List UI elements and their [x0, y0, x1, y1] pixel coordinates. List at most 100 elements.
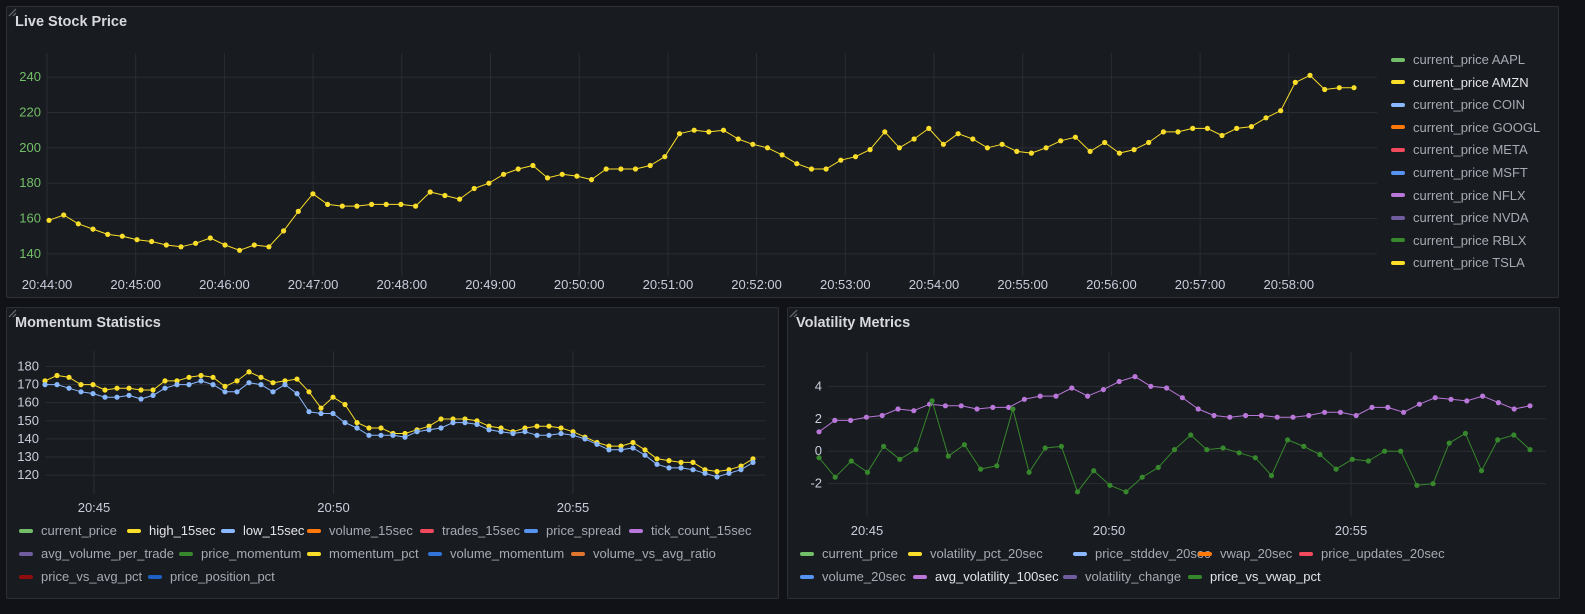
legend-label: price_stddev_20sec: [1095, 546, 1211, 561]
y-tick-label: 160: [17, 395, 39, 410]
data-point: [1236, 450, 1242, 456]
data-point: [210, 374, 216, 380]
legend-swatch-icon: [307, 551, 321, 556]
data-point: [234, 389, 240, 395]
data-point: [427, 189, 433, 195]
data-point: [1322, 86, 1328, 93]
live-stock-price-chart[interactable]: 140 160 180 200 220 240 20:44:00 20:45:00 20:46:…: [7, 7, 1387, 298]
data-point: [594, 441, 600, 447]
legend-item[interactable]: volatility_change: [1063, 569, 1181, 584]
legend-item[interactable]: current_price AAPL: [1391, 52, 1525, 67]
data-point: [534, 423, 540, 429]
momentum-statistics-chart[interactable]: 120 130 140 150 160 170 180 20:45 20:50 20:55: [7, 308, 779, 518]
data-point: [78, 389, 84, 395]
volatility-metrics-chart[interactable]: -202420:45 20:50 20:55: [788, 308, 1560, 538]
legend-item[interactable]: current_price GOOGL: [1391, 120, 1540, 135]
legend-item[interactable]: price_position_pct: [148, 569, 275, 584]
x-tick-label: 20:47:00: [288, 277, 339, 292]
legend-item[interactable]: current_price COIN: [1391, 97, 1525, 112]
x-tick-label: 20:57:00: [1175, 277, 1226, 292]
data-point: [1336, 85, 1342, 91]
legend-item[interactable]: volume_vs_avg_ratio: [571, 546, 716, 561]
data-point: [823, 166, 829, 172]
data-point: [310, 191, 316, 197]
data-point: [864, 469, 871, 475]
data-point: [66, 385, 72, 391]
data-point: [1430, 481, 1436, 487]
legend-item[interactable]: price_momentum: [179, 546, 301, 561]
data-point: [1462, 430, 1468, 436]
legend-swatch-icon: [19, 528, 33, 533]
legend-item[interactable]: volume_15sec: [307, 523, 413, 538]
legend-swatch-icon: [571, 551, 585, 556]
data-point: [1317, 451, 1323, 458]
data-point: [246, 380, 252, 386]
legend-item[interactable]: current_price: [19, 523, 117, 538]
data-point: [66, 374, 72, 380]
legend-item[interactable]: volume_momentum: [428, 546, 564, 561]
legend-item[interactable]: price_spread: [524, 523, 621, 538]
legend-item[interactable]: volume_20sec: [800, 569, 906, 584]
data-point: [942, 403, 948, 409]
data-point: [816, 429, 822, 435]
data-point: [119, 233, 125, 239]
resize-handle-icon[interactable]: [7, 7, 17, 17]
data-point: [618, 166, 624, 172]
legend-item[interactable]: tick_count_15sec: [629, 523, 751, 538]
data-point: [1227, 414, 1233, 420]
resize-handle-icon[interactable]: [7, 308, 17, 318]
legend-item[interactable]: current_price AMZN: [1391, 75, 1529, 90]
data-point: [42, 382, 48, 388]
data-point: [266, 244, 272, 250]
series-line-price_vs_vwap_pct: [818, 400, 1531, 493]
data-point: [46, 217, 52, 223]
data-point: [413, 203, 419, 209]
legend-label: current_price NVDA: [1413, 210, 1529, 226]
data-point: [1087, 148, 1093, 154]
x-tick-label: 20:54:00: [909, 277, 960, 292]
legend-item[interactable]: price_vs_vwap_pct: [1188, 569, 1321, 584]
legend-item[interactable]: momentum_pct: [307, 546, 419, 561]
legend-item[interactable]: high_15sec: [127, 523, 216, 538]
legend-item[interactable]: current_price: [800, 546, 898, 561]
series-line-current_price AMZN: [48, 74, 1354, 251]
legend-item[interactable]: price_vs_avg_pct: [19, 569, 142, 584]
legend-item[interactable]: current_price NFLX: [1391, 188, 1526, 203]
resize-handle-icon[interactable]: [788, 308, 798, 318]
data-point: [186, 382, 192, 388]
legend-item[interactable]: price_stddev_20sec: [1073, 546, 1211, 561]
legend-label: current_price META: [1413, 142, 1528, 158]
data-point: [210, 382, 216, 388]
data-point: [691, 127, 697, 133]
data-point: [251, 242, 257, 248]
legend-item[interactable]: current_price TSLA: [1391, 255, 1525, 270]
legend-label: low_15sec: [243, 523, 305, 538]
data-point: [1058, 138, 1064, 144]
legend-item[interactable]: current_price META: [1391, 142, 1528, 157]
legend-item[interactable]: current_price RBLX: [1391, 233, 1526, 248]
data-point: [150, 392, 156, 398]
legend-item[interactable]: avg_volatility_100sec: [913, 569, 1059, 584]
data-point: [1179, 395, 1185, 401]
data-point: [582, 436, 588, 442]
y-tick-label: 180: [19, 175, 41, 190]
legend-label: volume_vs_avg_ratio: [593, 546, 716, 561]
data-point: [1252, 455, 1258, 461]
legend-item[interactable]: trades_15sec: [420, 523, 520, 538]
data-point: [1148, 383, 1154, 389]
legend-item[interactable]: volatility_pct_20sec: [908, 546, 1043, 561]
data-point: [808, 166, 815, 172]
legend-item[interactable]: current_price MSFT: [1391, 165, 1528, 180]
legend-item[interactable]: current_price NVDA: [1391, 210, 1529, 225]
data-point: [246, 369, 252, 375]
legend-item[interactable]: price_updates_20sec: [1299, 546, 1445, 561]
x-tick-label: 20:49:00: [465, 277, 516, 292]
data-point: [1301, 443, 1307, 449]
legend-label: current_price NFLX: [1413, 187, 1526, 203]
legend-item[interactable]: vwap_20sec: [1198, 546, 1292, 561]
legend-label: current_price: [822, 546, 898, 561]
data-point: [90, 226, 96, 232]
legend-item[interactable]: avg_volume_per_trade: [19, 546, 174, 561]
legend-item[interactable]: low_15sec: [221, 523, 304, 538]
data-point: [1369, 404, 1375, 410]
